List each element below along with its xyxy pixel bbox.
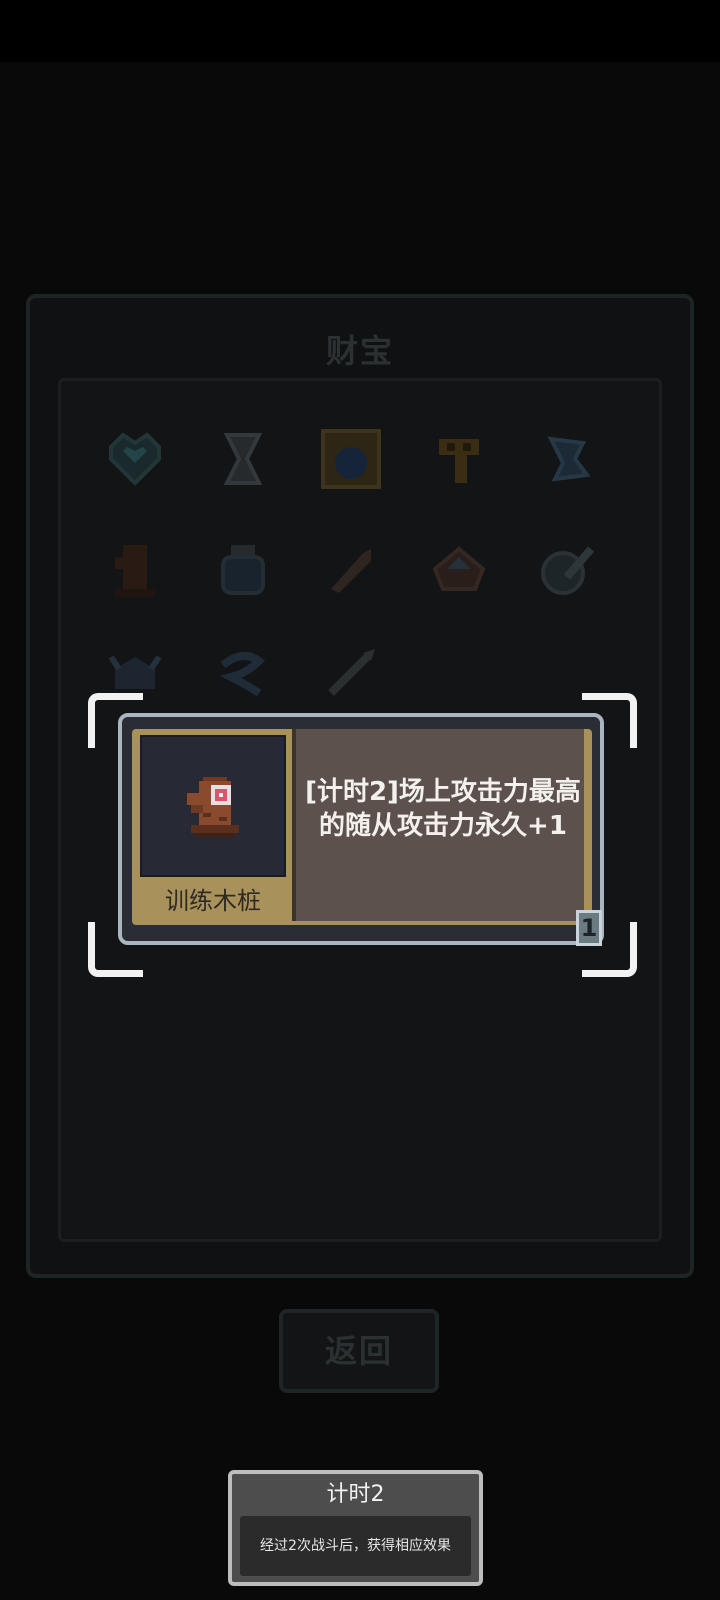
card-description: [计时2]场上攻击力最高的随从攻击力永久+1 (305, 777, 581, 841)
gold-key-icon[interactable] (427, 427, 491, 491)
bone-club-icon[interactable] (319, 537, 383, 601)
card-portrait (140, 735, 286, 877)
treasure-detail-card[interactable]: 训练木桩 [计时2]场上攻击力最高的随从攻击力永久+1 (118, 713, 604, 945)
level-badge: 1 (576, 910, 602, 946)
crystal-bowl-icon[interactable] (427, 537, 491, 601)
status-bar (0, 0, 720, 62)
back-button[interactable]: 返回 (279, 1309, 439, 1393)
description-box: [计时2]场上攻击力最高的随从攻击力永久+1 (292, 729, 584, 921)
heart-gem-icon[interactable] (103, 427, 167, 491)
tooltip-title: 计时2 (326, 1482, 385, 1507)
card-body: 训练木桩 [计时2]场上攻击力最高的随从攻击力永久+1 (132, 729, 592, 925)
hourglass-icon[interactable] (211, 427, 275, 491)
keyword-tooltip: 计时2 经过2次战斗后，获得相应效果 (228, 1470, 483, 1586)
wooden-dummy-icon[interactable] (103, 537, 167, 601)
potion-jar-icon[interactable] (211, 537, 275, 601)
training-dummy-icon (187, 777, 239, 837)
dagger-icon[interactable] (319, 641, 383, 705)
blue-scroll-icon[interactable] (535, 427, 599, 491)
card-name: 训练木桩 (165, 887, 261, 915)
panel-title: 财宝 (325, 332, 394, 370)
sword-shield-icon[interactable] (535, 537, 599, 601)
blue-orb-frame-icon[interactable] (319, 427, 383, 491)
tooltip-body: 经过2次战斗后，获得相应效果 (240, 1516, 471, 1576)
wind-swirl-icon[interactable] (211, 641, 275, 705)
